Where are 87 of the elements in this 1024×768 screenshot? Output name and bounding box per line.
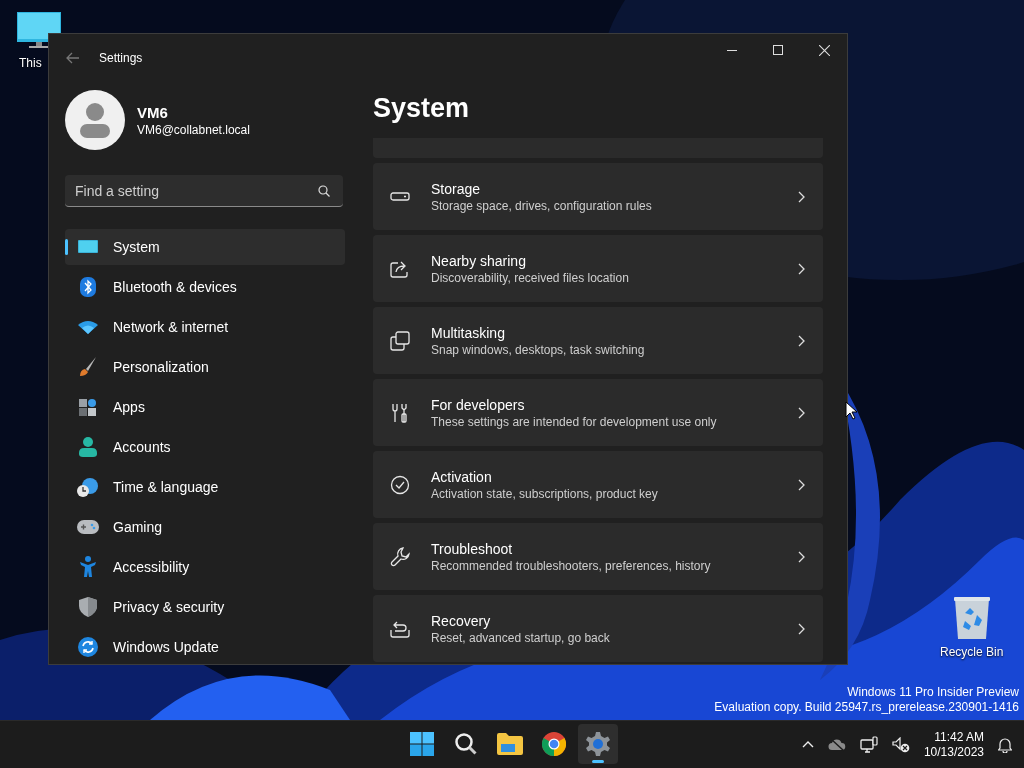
wifi-icon <box>78 320 98 334</box>
close-icon[interactable] <box>818 44 830 56</box>
chevron-right-icon <box>798 622 805 635</box>
bell-icon[interactable] <box>998 736 1012 753</box>
share-icon <box>390 259 410 278</box>
tools-icon <box>391 402 409 423</box>
watermark-text: Windows 11 Pro Insider Preview <box>846 685 1019 700</box>
maximize-icon[interactable] <box>773 45 783 55</box>
folder-icon[interactable] <box>497 733 523 755</box>
search-icon[interactable] <box>318 185 330 197</box>
globe-clock-icon <box>77 477 99 497</box>
card-title: Nearby sharing <box>431 252 527 269</box>
card-title: Multitasking <box>431 324 506 341</box>
apps-icon <box>78 397 98 417</box>
chevron-right-icon <box>798 190 805 203</box>
card-title: Activation <box>431 468 493 485</box>
nav-item[interactable]: Time & language <box>65 469 345 505</box>
gear-icon[interactable] <box>586 732 610 756</box>
card-description: Recommended troubleshooters, preferences, history <box>431 558 712 573</box>
card-description: Activation state, subscriptions, product key <box>431 486 659 501</box>
chevron-up-icon[interactable] <box>801 741 814 748</box>
speaker-muted-icon[interactable] <box>891 736 910 753</box>
person-icon <box>79 437 97 457</box>
cursor-icon <box>845 401 857 420</box>
check-circle-icon <box>390 474 410 495</box>
chevron-right-icon <box>798 550 805 563</box>
search-icon[interactable] <box>454 732 478 756</box>
settings-card[interactable]: Storage Storage space, drives, configuration rules <box>373 163 823 230</box>
chevron-right-icon <box>798 478 805 491</box>
windows-stack-icon <box>390 330 410 351</box>
monitor-icon <box>78 239 98 255</box>
update-icon <box>78 637 98 657</box>
nav-item[interactable]: Accounts <box>65 429 345 465</box>
nav-item[interactable]: Network & internet <box>65 309 345 345</box>
desktop-icon-label[interactable]: Recycle Bin <box>940 645 1004 659</box>
shield-icon <box>79 597 97 617</box>
browser-icon[interactable] <box>542 732 566 756</box>
gamepad-icon <box>77 520 99 534</box>
drive-icon <box>390 191 410 202</box>
user-email: VM6@collabnet.local <box>137 122 250 137</box>
recovery-icon <box>390 619 410 638</box>
paintbrush-icon <box>79 357 97 377</box>
desktop-icon-label[interactable]: This <box>19 56 42 70</box>
chevron-right-icon <box>798 262 805 275</box>
back-arrow-icon[interactable] <box>66 52 80 64</box>
card-title: Troubleshoot <box>431 540 514 557</box>
accessibility-icon <box>79 556 97 578</box>
settings-card[interactable]: Multitasking Snap windows, desktops, task switching <box>373 307 823 374</box>
card-description: Storage space, drives, configuration rules <box>431 198 653 213</box>
wrench-icon <box>390 546 410 567</box>
card-description: Reset, advanced startup, go back <box>431 630 611 645</box>
watermark-text: Evaluation copy. Build 25947.rs_prerelease.230901-1416 <box>714 700 1019 715</box>
settings-card[interactable]: Activation Activation state, subscriptions, product key <box>373 451 823 518</box>
window-title: Settings <box>99 51 144 65</box>
nav-item[interactable]: Windows Update <box>65 629 345 664</box>
nav-item[interactable]: Apps <box>65 389 345 425</box>
monitor-icon[interactable] <box>17 12 61 50</box>
card-description: These settings are intended for development use only <box>431 414 718 429</box>
nav-item[interactable]: Bluetooth & devices <box>65 269 345 305</box>
card-description: Snap windows, desktops, task switching <box>431 342 646 357</box>
network-icon[interactable] <box>859 735 878 754</box>
nav-item[interactable]: Privacy & security <box>65 589 345 625</box>
user-name: VM6 <box>137 103 169 121</box>
selection-indicator <box>65 239 68 255</box>
clock[interactable]: 11:42 AM 10/13/2023 <box>923 729 984 760</box>
nav-item[interactable]: Gaming <box>65 509 345 545</box>
chevron-right-icon <box>798 334 805 347</box>
running-indicator <box>592 760 604 763</box>
settings-card[interactable]: For developers These settings are intended for development use only <box>373 379 823 446</box>
nav-item[interactable]: Personalization <box>65 349 345 385</box>
nav-item[interactable]: Accessibility <box>65 549 345 585</box>
settings-card[interactable]: Nearby sharing Discoverability, received files location <box>373 235 823 302</box>
bluetooth-icon <box>80 277 96 297</box>
recycle-bin-icon[interactable] <box>952 597 991 639</box>
card-title: Storage <box>431 180 482 197</box>
chevron-right-icon <box>798 406 805 419</box>
avatar[interactable] <box>65 90 125 150</box>
card-title: Recovery <box>431 612 492 629</box>
search-field[interactable]: Find a setting <box>65 175 343 207</box>
page-heading: System <box>373 92 471 125</box>
cloud-off-icon[interactable] <box>827 737 846 752</box>
nav-item[interactable]: System <box>65 229 345 265</box>
card-description: Discoverability, received files location <box>431 270 630 285</box>
settings-card[interactable]: Recovery Reset, advanced startup, go back <box>373 595 823 662</box>
card-title: For developers <box>431 396 526 413</box>
minimize-icon[interactable] <box>727 49 737 51</box>
settings-card[interactable]: Troubleshoot Recommended troubleshooters, preferences, history <box>373 523 823 590</box>
